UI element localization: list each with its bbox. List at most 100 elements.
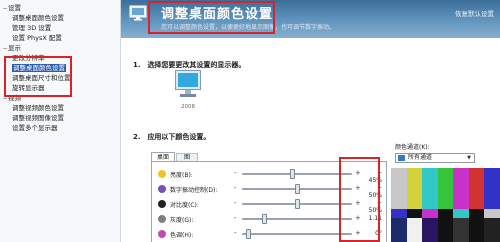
- adjustment-row: 亮度(B): - + + 45%: [158, 168, 384, 184]
- nav-item-label: 设置 PhysX 配置: [12, 34, 62, 42]
- nav-item-label: 管理 3D 设置: [12, 24, 52, 32]
- adjustment-icon: [158, 200, 166, 208]
- step-1-label: 选择您要更改其设置的显示器。: [147, 61, 246, 69]
- nav-item-label: 调整桌面尺寸和位置: [12, 74, 71, 82]
- adjustment-slider[interactable]: [242, 229, 352, 239]
- color-bar: [468, 208, 485, 218]
- test-pattern-middle: [391, 208, 500, 218]
- color-bar: [453, 217, 469, 242]
- color-channel-value: 所有通道: [408, 154, 433, 161]
- adjustment-value: + 45%: [368, 170, 382, 184]
- color-bar: [422, 217, 438, 242]
- nav-item[interactable]: −设置: [2, 3, 21, 13]
- nav-item[interactable]: 更改分辨率: [6, 53, 45, 63]
- slider-handle[interactable]: [245, 229, 251, 239]
- minus-icon[interactable]: -: [234, 184, 237, 192]
- minus-icon[interactable]: -: [234, 229, 237, 237]
- color-bar: [437, 217, 454, 242]
- nav-item[interactable]: 调整桌面颜色设置: [6, 13, 64, 23]
- nav-item-label: 调整视频颜色设置: [12, 104, 64, 112]
- color-bar: [453, 208, 469, 218]
- step-1: 1. 选择您要更改其设置的显示器。: [133, 60, 245, 70]
- color-bar: [406, 217, 423, 242]
- adjustment-value: 1.11: [368, 215, 382, 222]
- nav-item[interactable]: 旋转显示器: [6, 83, 45, 93]
- color-bar: [406, 168, 423, 209]
- adjustment-label: 数字振动控制(D):: [170, 187, 218, 194]
- color-channel-select[interactable]: 所有通道 ▼: [395, 153, 475, 163]
- nav-item[interactable]: 调整视频图像设置: [6, 113, 64, 123]
- adjustment-row: 数字振动控制(D): - + + 50%: [158, 183, 384, 199]
- color-bar: [468, 217, 485, 242]
- adjustment-value: 0°: [375, 230, 382, 237]
- test-pattern-bottom: [391, 217, 500, 242]
- step-2-number: 2.: [133, 133, 141, 141]
- step-1-number: 1.: [133, 61, 141, 69]
- color-bar: [422, 208, 438, 218]
- monitor-icon[interactable]: [175, 70, 201, 100]
- plus-icon[interactable]: +: [355, 169, 361, 177]
- slider-handle[interactable]: [295, 199, 300, 209]
- adjustment-label: 对比度(C):: [170, 202, 199, 209]
- nav-item[interactable]: 设置多个显示器: [6, 123, 58, 133]
- color-bar: [484, 217, 500, 242]
- color-bar: [422, 168, 438, 209]
- main-content: 1. 选择您要更改其设置的显示器。 2008 2. 应用以下颜色设置。 桌面 图…: [121, 38, 500, 242]
- adjustment-row: 灰度(G): - +1.11: [158, 213, 384, 225]
- step-2: 2. 应用以下颜色设置。: [133, 132, 210, 142]
- nav-item-label: 调整桌面颜色设置: [12, 64, 66, 72]
- nav-item[interactable]: 设置 PhysX 配置: [6, 33, 62, 43]
- nav-item-label: 旋转显示器: [12, 84, 45, 92]
- nav-item[interactable]: −视频: [2, 93, 21, 103]
- adjustment-label: 灰度(G):: [170, 217, 194, 224]
- adjustment-label: 色调(H):: [170, 232, 194, 239]
- color-bar: [437, 208, 454, 218]
- monitor-label: 2008: [181, 104, 195, 110]
- plus-icon[interactable]: +: [355, 229, 361, 237]
- color-bar: [406, 208, 423, 218]
- channel-icon: [398, 155, 405, 161]
- color-bar: [453, 168, 469, 209]
- nav-item-label: 更改分辨率: [12, 54, 45, 62]
- test-pattern-top: [391, 168, 500, 209]
- step-2-label: 应用以下颜色设置。: [147, 133, 211, 141]
- adjustment-icon: [158, 215, 166, 223]
- adjustment-value: + 50%: [368, 200, 382, 214]
- color-settings-panel: 亮度(B): - + + 45% 数字振动控制(D): - + + 50% 对比度(C): - + +…: [151, 161, 387, 242]
- navigation-tree: −设置 调整桌面颜色设置 管理 3D 设置 设置 PhysX 配置 −显示 更改分辨率 调整…: [0, 0, 121, 242]
- adjustment-slider[interactable]: [242, 214, 352, 224]
- nav-item[interactable]: −显示: [2, 43, 21, 53]
- color-bar: [391, 217, 407, 242]
- color-bar: [391, 208, 407, 218]
- adjustment-slider[interactable]: [242, 184, 352, 194]
- restore-defaults-link[interactable]: 恢复默认设置: [455, 8, 494, 18]
- color-bar: [484, 208, 500, 218]
- adjustment-value: + 50%: [368, 185, 382, 199]
- nav-item-label: 设置多个显示器: [12, 124, 58, 132]
- slider-handle[interactable]: [295, 184, 300, 194]
- adjustment-row: 对比度(C): - + + 50%: [158, 198, 384, 214]
- plus-icon[interactable]: +: [355, 214, 361, 222]
- nav-item[interactable]: 调整桌面尺寸和位置: [6, 73, 71, 83]
- display-icon: [129, 5, 147, 21]
- adjustment-row: 色调(H): - +0°: [158, 228, 384, 240]
- nav-item[interactable]: 调整桌面颜色设置: [6, 63, 66, 73]
- plus-icon[interactable]: +: [355, 184, 361, 192]
- minus-icon[interactable]: -: [234, 214, 237, 222]
- minus-icon[interactable]: -: [234, 169, 237, 177]
- slider-handle[interactable]: [289, 169, 295, 179]
- nav-item-label: 设置: [8, 4, 21, 12]
- nav-item[interactable]: 调整视频颜色设置: [6, 103, 64, 113]
- nav-item-label: 调整桌面颜色设置: [12, 14, 64, 22]
- nav-item[interactable]: 管理 3D 设置: [6, 23, 51, 33]
- plus-icon[interactable]: +: [355, 199, 361, 207]
- slider-handle[interactable]: [262, 214, 267, 224]
- adjustment-slider[interactable]: [242, 199, 352, 209]
- adjustment-slider[interactable]: [242, 169, 352, 179]
- color-bar: [468, 168, 485, 209]
- nav-item-label: 视频: [8, 94, 21, 102]
- color-bar: [484, 168, 500, 209]
- color-bar: [391, 168, 407, 209]
- adjustment-icon: [158, 185, 166, 193]
- minus-icon[interactable]: -: [234, 199, 237, 207]
